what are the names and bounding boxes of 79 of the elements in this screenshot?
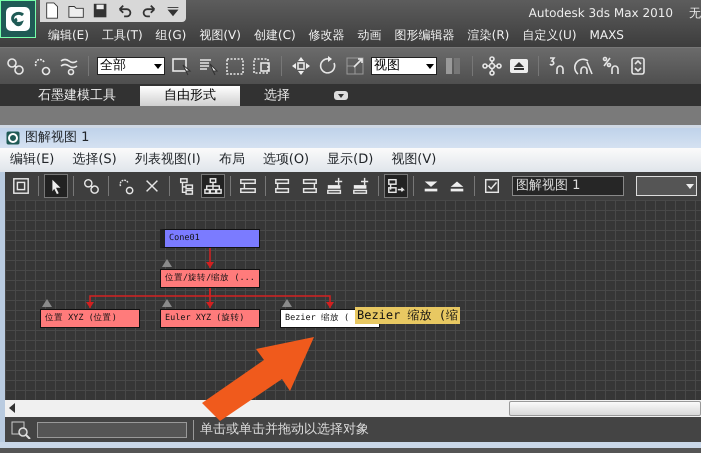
window-title: Autodesk 3ds Max 2010 xyxy=(528,5,673,22)
horizontal-scrollbar[interactable] xyxy=(0,400,701,417)
graph-node[interactable]: Euler XYZ (旋转) xyxy=(160,309,260,328)
add-node-icon xyxy=(326,177,344,195)
triangle-icon[interactable] xyxy=(282,299,292,307)
link-icon[interactable] xyxy=(4,56,26,76)
menu-item[interactable]: 显示(D) xyxy=(327,150,374,170)
scrollbar-thumb[interactable] xyxy=(509,401,701,416)
caret-icon xyxy=(426,64,434,68)
menu-item[interactable]: 布局 xyxy=(218,150,245,170)
align-left-icon xyxy=(274,177,292,195)
menu-item[interactable]: 组(G) xyxy=(156,26,186,44)
zoom-icon[interactable] xyxy=(11,420,31,438)
view-dropdown[interactable] xyxy=(636,176,697,196)
menu-item[interactable]: 修改器 xyxy=(308,26,345,44)
tooltip: Bezier 缩放 (缩 xyxy=(355,307,460,324)
expand-button[interactable] xyxy=(384,174,408,198)
expand-icon xyxy=(387,177,405,195)
scale-icon[interactable] xyxy=(344,56,366,76)
hierarchy-icon xyxy=(178,177,196,195)
left-arrow-icon[interactable] xyxy=(9,403,17,413)
select-by-name-icon[interactable] xyxy=(197,56,219,76)
triangle-icon[interactable] xyxy=(42,299,52,307)
graph-node[interactable]: Cone01 xyxy=(160,229,260,248)
connect-icon xyxy=(82,177,100,195)
select-object-icon[interactable] xyxy=(170,56,192,76)
schematic-canvas[interactable]: Cone01 位置/旋转/缩放 (... 位置 XYZ (位置) Euler XYZ (旋转) Bezier 缩放 ( Bezier 缩放 (缩 xyxy=(0,200,701,400)
application-button[interactable] xyxy=(0,0,36,38)
select-arrow-button[interactable] xyxy=(44,174,68,198)
graph-node[interactable]: 位置 XYZ (位置) xyxy=(40,309,140,328)
connector-arrow xyxy=(206,248,214,268)
move-icon[interactable] xyxy=(290,56,312,76)
menu-item[interactable]: 编辑(E) xyxy=(10,150,54,170)
caret-icon xyxy=(686,184,694,189)
add-node-icon xyxy=(352,177,370,195)
menu-item[interactable]: 图形编辑器 xyxy=(394,26,455,44)
ribbon-tab[interactable]: 石墨建模工具 xyxy=(14,86,140,106)
app-logo-icon xyxy=(5,6,31,32)
menu-item[interactable]: 选项(O) xyxy=(262,150,310,170)
unlink-icon xyxy=(117,177,135,195)
references-icon xyxy=(204,177,222,195)
graph-node[interactable]: 位置/旋转/缩放 (... xyxy=(160,269,260,288)
upload-icon[interactable] xyxy=(508,56,530,76)
app-logo-icon xyxy=(6,131,20,145)
menu-item[interactable]: 渲染(R) xyxy=(468,26,510,44)
input-field[interactable] xyxy=(37,422,187,438)
pivot-icon[interactable] xyxy=(481,56,503,76)
redo-icon[interactable] xyxy=(140,2,158,20)
triangle-icon[interactable] xyxy=(162,259,172,267)
menu-item[interactable]: 自定义(U) xyxy=(522,26,577,44)
menu-item[interactable]: 选择(S) xyxy=(72,150,117,170)
menu-item[interactable]: 工具(T) xyxy=(102,26,143,44)
arrange-icon xyxy=(239,177,257,195)
window-title: 图解视图 1 xyxy=(25,129,90,148)
delete-icon xyxy=(143,177,161,195)
view-name-field[interactable]: 图解视图 1 xyxy=(512,176,624,196)
window-crossing-icon[interactable] xyxy=(251,56,273,76)
checkbox-icon xyxy=(483,177,501,195)
references-button[interactable] xyxy=(201,174,225,198)
align-right-icon xyxy=(300,177,318,195)
ribbon-tab[interactable]: 自由形式 xyxy=(140,86,240,106)
rectangle-selection-icon[interactable] xyxy=(224,56,246,76)
coordinate-dropdown[interactable]: 视图 xyxy=(371,57,437,75)
menu-item[interactable]: 列表视图(I) xyxy=(134,150,201,170)
selection-filter-dropdown[interactable]: 全部 xyxy=(97,57,165,75)
menu-item[interactable]: 视图(V) xyxy=(391,150,436,170)
dropdown-icon[interactable] xyxy=(334,91,348,100)
ribbon-tab[interactable]: 选择 xyxy=(240,86,314,106)
display-floater-icon xyxy=(12,177,30,195)
menu-item[interactable]: 动画 xyxy=(358,26,382,44)
window-title-suffix: 无 xyxy=(689,5,701,22)
menu-item[interactable]: 编辑(E) xyxy=(48,26,89,44)
menu-item[interactable]: 创建(C) xyxy=(254,26,296,44)
menu-item[interactable]: 视图(V) xyxy=(199,26,241,44)
triangle-icon[interactable] xyxy=(162,299,172,307)
caret-icon xyxy=(154,64,162,68)
undo-icon[interactable] xyxy=(116,2,134,20)
wave-icon[interactable] xyxy=(58,56,80,76)
menu-item[interactable]: MAXS xyxy=(590,26,624,44)
